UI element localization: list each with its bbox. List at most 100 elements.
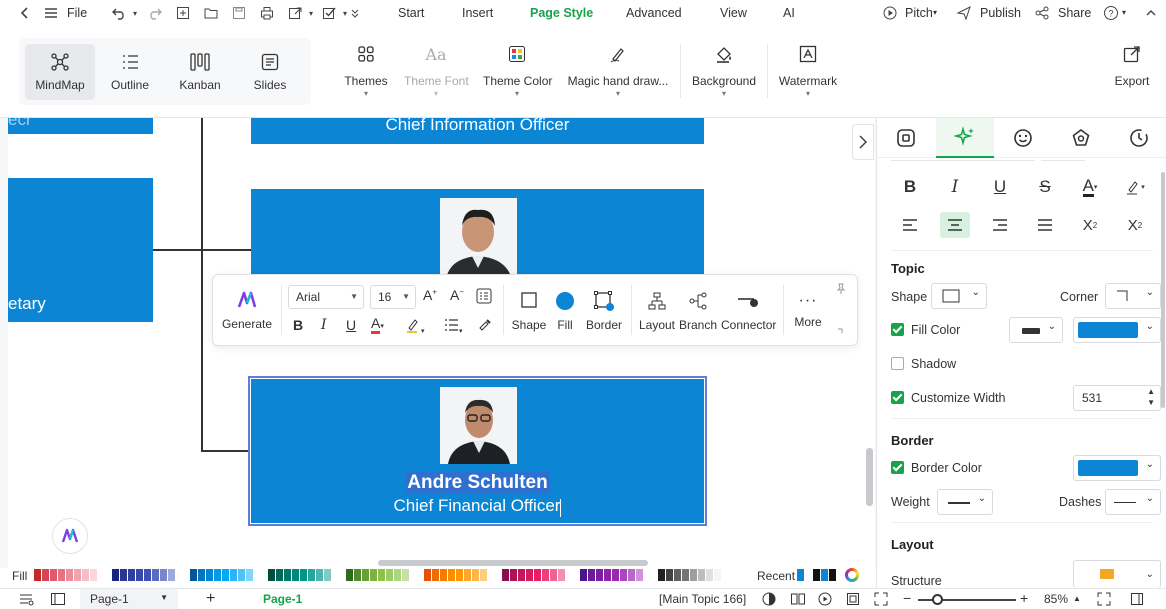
palette-color-swatch[interactable] — [620, 569, 627, 581]
weight-select[interactable]: ⌄ — [937, 489, 993, 515]
theme-color-button[interactable]: Theme Color ▾ — [483, 40, 552, 98]
shape-button[interactable]: Shape — [511, 291, 547, 332]
palette-color-swatch[interactable] — [128, 569, 135, 581]
tab-page-style[interactable]: Page Style — [530, 0, 593, 26]
palette-color-swatch[interactable] — [424, 569, 431, 581]
palette-color-swatch[interactable] — [292, 569, 299, 581]
publish-button[interactable]: Publish — [980, 0, 1021, 26]
dashes-select[interactable]: ⌄ — [1105, 489, 1161, 515]
palette-color-swatch[interactable] — [50, 569, 57, 581]
palette-color-swatch[interactable] — [432, 569, 439, 581]
background-button[interactable]: Background ▾ — [690, 40, 758, 98]
selected-topic-title-text[interactable]: Chief Financial Officer — [394, 496, 561, 515]
magic-hand-draw-button[interactable]: Magic hand draw... ▾ — [566, 40, 670, 98]
palette-color-swatch[interactable] — [402, 569, 409, 581]
palette-color-swatch[interactable] — [222, 569, 229, 581]
corner-select[interactable]: ⌄ — [1105, 283, 1161, 309]
palette-color-swatch[interactable] — [510, 569, 517, 581]
selected-topic-name-text[interactable]: Andre Schulten — [405, 472, 550, 493]
palette-color-swatch[interactable] — [316, 569, 323, 581]
font-size-select[interactable]: 16 ▼ — [370, 285, 416, 309]
canvas-vertical-scrollbar[interactable] — [866, 448, 873, 506]
fill-color-checkbox[interactable] — [891, 323, 904, 336]
palette-color-swatch[interactable] — [230, 569, 237, 581]
pitch-icon[interactable] — [881, 4, 899, 22]
recent-color-swatch[interactable] — [829, 569, 836, 581]
highlight-icon[interactable]: ▾ — [1120, 174, 1150, 200]
fullscreen-icon[interactable] — [874, 592, 888, 609]
tab-history[interactable] — [1110, 118, 1166, 158]
align-center-icon[interactable] — [940, 212, 970, 238]
underline-icon[interactable]: U — [346, 317, 356, 333]
border-color-checkbox[interactable] — [891, 461, 904, 474]
palette-color-swatch[interactable] — [714, 569, 721, 581]
export-dropdown-icon[interactable]: ▾ — [302, 4, 320, 22]
layout-button[interactable]: Layout — [637, 291, 677, 332]
palette-color-swatch[interactable] — [604, 569, 611, 581]
palette-color-swatch[interactable] — [144, 569, 151, 581]
tab-icons[interactable] — [994, 118, 1052, 158]
palette-color-swatch[interactable] — [276, 569, 283, 581]
palette-color-swatch[interactable] — [160, 569, 167, 581]
palette-color-swatch[interactable] — [526, 569, 533, 581]
recent-color-swatch[interactable] — [813, 569, 820, 581]
topic-node[interactable] — [251, 189, 704, 279]
palette-color-swatch[interactable] — [152, 569, 159, 581]
pin-icon[interactable] — [835, 283, 847, 298]
collapse-chevron-icon[interactable] — [1142, 4, 1160, 22]
tab-ai-style[interactable] — [936, 118, 994, 158]
palette-color-swatch[interactable] — [464, 569, 471, 581]
palette-color-swatch[interactable] — [74, 569, 81, 581]
share-button[interactable]: Share — [1058, 0, 1091, 26]
customize-width-checkbox[interactable] — [891, 391, 904, 404]
add-page-icon[interactable]: + — [206, 590, 215, 608]
zoom-level[interactable]: 85% — [1044, 592, 1068, 606]
help-icon[interactable]: ? — [1102, 4, 1120, 22]
tab-start[interactable]: Start — [398, 0, 424, 26]
palette-color-swatch[interactable] — [698, 569, 705, 581]
export-button[interactable]: Export — [1112, 40, 1152, 88]
palette-color-swatch[interactable] — [480, 569, 487, 581]
print-icon[interactable] — [258, 4, 276, 22]
palette-color-swatch[interactable] — [66, 569, 73, 581]
palette-color-swatch[interactable] — [550, 569, 557, 581]
zoom-slider[interactable] — [918, 594, 1016, 605]
open-folder-icon[interactable] — [202, 4, 220, 22]
increase-font-icon[interactable]: A+ — [423, 287, 437, 303]
recent-color-swatch[interactable] — [821, 569, 828, 581]
view-mindmap-button[interactable]: MindMap — [25, 44, 95, 100]
undo-dropdown-icon[interactable]: ▾ — [126, 4, 144, 22]
width-input[interactable]: 531 ▲ ▼ — [1073, 385, 1161, 411]
stepper-down-icon[interactable]: ▼ — [1147, 398, 1155, 407]
shadow-checkbox[interactable] — [891, 357, 904, 370]
new-file-icon[interactable] — [174, 4, 192, 22]
palette-color-swatch[interactable] — [346, 569, 353, 581]
palette-color-swatch[interactable] — [136, 569, 143, 581]
strikethrough-icon[interactable]: S — [1030, 174, 1060, 200]
superscript-icon[interactable]: X2 — [1075, 212, 1105, 238]
fit-screen-icon[interactable] — [1097, 592, 1111, 609]
palette-color-swatch[interactable] — [190, 569, 197, 581]
collapse-panel-button[interactable] — [852, 124, 874, 160]
palette-color-swatch[interactable] — [300, 569, 307, 581]
palette-color-swatch[interactable] — [456, 569, 463, 581]
selected-topic-node[interactable]: Andre Schulten Chief Financial Officer — [248, 376, 707, 526]
palette-color-swatch[interactable] — [628, 569, 635, 581]
color-wheel-icon[interactable] — [845, 568, 859, 582]
palette-color-swatch[interactable] — [168, 569, 175, 581]
tab-insert[interactable]: Insert — [462, 0, 493, 26]
format-painter-icon[interactable] — [477, 317, 493, 336]
palette-color-swatch[interactable] — [682, 569, 689, 581]
fill-button[interactable]: Fill — [551, 291, 579, 332]
file-menu[interactable]: File — [67, 0, 87, 26]
redo-icon[interactable] — [146, 4, 164, 22]
palette-color-swatch[interactable] — [246, 569, 253, 581]
share-icon[interactable] — [1033, 4, 1051, 22]
theme-font-button[interactable]: Aa Theme Font ▾ — [404, 40, 469, 98]
palette-color-swatch[interactable] — [386, 569, 393, 581]
palette-color-swatch[interactable] — [198, 569, 205, 581]
align-left-icon[interactable] — [895, 212, 925, 238]
resize-corner-icon[interactable] — [837, 325, 847, 338]
fill-color-picker[interactable]: ⌄ — [1073, 317, 1161, 343]
recent-color-swatch[interactable] — [797, 569, 804, 581]
